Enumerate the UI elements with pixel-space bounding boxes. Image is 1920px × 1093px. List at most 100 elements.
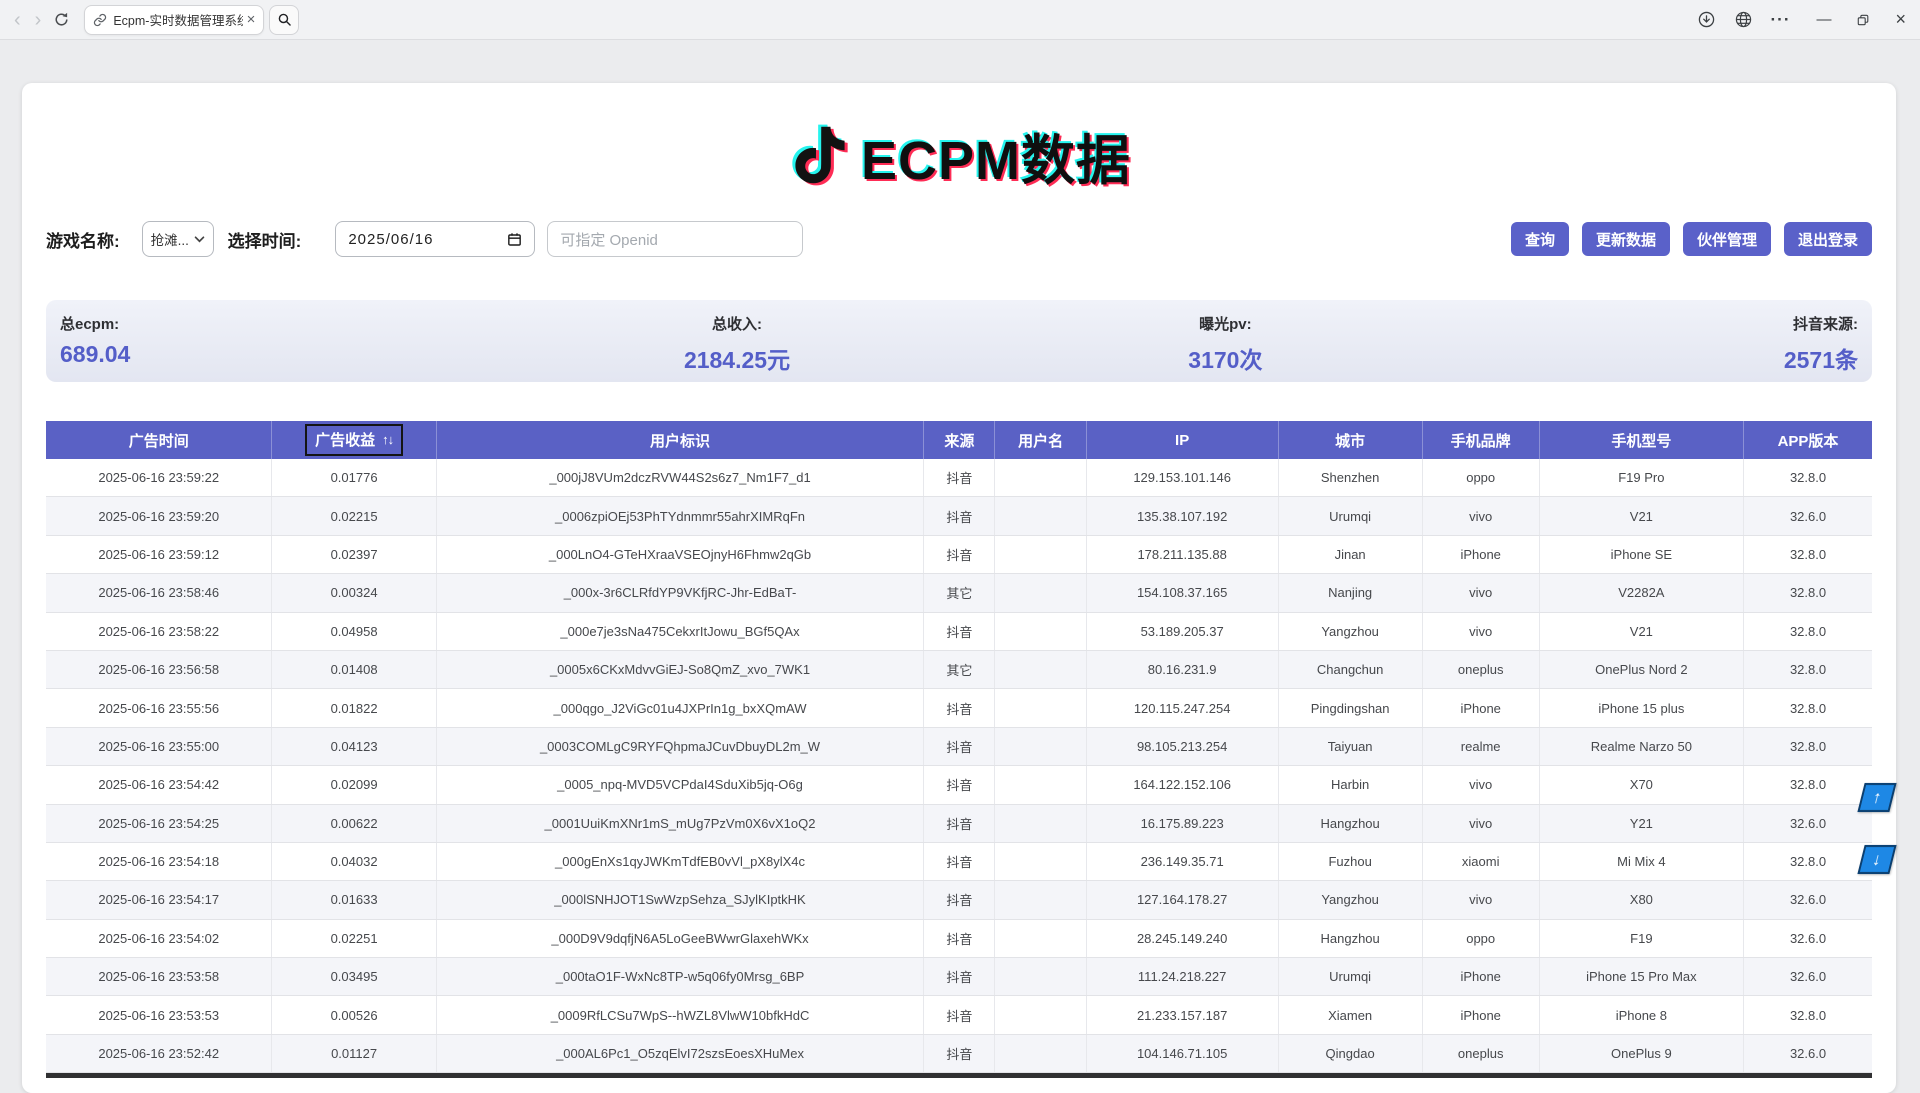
table-cell: 0.00622 bbox=[272, 805, 436, 842]
table-cell: Yangzhou bbox=[1279, 613, 1423, 650]
table-cell: 2025-06-16 23:55:00 bbox=[46, 728, 272, 765]
table-cell: 120.115.247.254 bbox=[1087, 689, 1279, 726]
table-cell: Hangzhou bbox=[1279, 805, 1423, 842]
openid-input[interactable]: 可指定 Openid bbox=[547, 221, 803, 257]
update-data-button[interactable]: 更新数据 bbox=[1582, 222, 1670, 256]
table-cell: 2025-06-16 23:58:46 bbox=[46, 574, 272, 611]
table-cell: 0.02099 bbox=[272, 766, 436, 803]
table-row: 2025-06-16 23:53:580.03495_000taO1F-WxNc… bbox=[46, 958, 1872, 996]
table-cell: 2025-06-16 23:54:18 bbox=[46, 843, 272, 880]
table-cell bbox=[995, 613, 1086, 650]
table-cell: _0003COMLgC9RYFQhpmaJCuvDbuyDL2m_W bbox=[437, 728, 925, 765]
tab-close-icon[interactable]: × bbox=[247, 11, 256, 28]
table-cell: 2025-06-16 23:54:25 bbox=[46, 805, 272, 842]
sort-arrows-icon: ↑↓ bbox=[382, 432, 393, 447]
stat-exposure-pv: 曝光pv: 3170次 bbox=[970, 313, 1481, 382]
table-cell: Hangzhou bbox=[1279, 920, 1423, 957]
table-cell: 32.6.0 bbox=[1744, 920, 1872, 957]
search-icon bbox=[277, 12, 292, 27]
tiktok-note-icon bbox=[787, 117, 853, 193]
window-close-icon[interactable]: × bbox=[1895, 9, 1906, 30]
stat-label: 抖音来源: bbox=[1793, 313, 1858, 334]
table-cell: vivo bbox=[1423, 497, 1540, 534]
table-cell: 抖音 bbox=[924, 958, 995, 995]
restore-icon[interactable] bbox=[1855, 12, 1871, 28]
table-cell: 2025-06-16 23:53:53 bbox=[46, 996, 272, 1033]
table-cell bbox=[995, 920, 1086, 957]
table-cell: iPhone 15 Pro Max bbox=[1540, 958, 1745, 995]
table-cell: _000D9V9dqfjN6A5LoGeeBWwrGlaxehWKx bbox=[437, 920, 925, 957]
table-cell: 32.6.0 bbox=[1744, 881, 1872, 918]
back-icon[interactable]: ‹ bbox=[14, 10, 21, 30]
column-header-city: 城市 bbox=[1279, 421, 1423, 459]
table-cell: 抖音 bbox=[924, 689, 995, 726]
table-cell: 抖音 bbox=[924, 497, 995, 534]
table-cell: 抖音 bbox=[924, 881, 995, 918]
table-cell: 32.8.0 bbox=[1744, 651, 1872, 688]
table-cell: Y21 bbox=[1540, 805, 1745, 842]
table-cell: vivo bbox=[1423, 805, 1540, 842]
refresh-icon[interactable] bbox=[53, 11, 70, 28]
table-cell: realme bbox=[1423, 728, 1540, 765]
stat-label: 总收入: bbox=[712, 313, 762, 334]
address-bar[interactable]: Ecpm-实时数据管理系统 × bbox=[84, 5, 264, 35]
browser-toolbar: ‹ › Ecpm-实时数据管理系统 × ··· — bbox=[0, 0, 1920, 40]
table-cell bbox=[995, 958, 1086, 995]
table-cell bbox=[995, 843, 1086, 880]
table-cell: vivo bbox=[1423, 574, 1540, 611]
table-cell: V21 bbox=[1540, 613, 1745, 650]
data-table: 广告时间 广告收益 ↑↓ 用户标识 来源 用户名 IP 城市 手机品牌 手机型号… bbox=[46, 421, 1872, 1078]
table-cell: Shenzhen bbox=[1279, 459, 1423, 496]
table-cell bbox=[995, 996, 1086, 1033]
partner-manage-button[interactable]: 伙伴管理 bbox=[1683, 222, 1771, 256]
table-cell: V2282A bbox=[1540, 574, 1745, 611]
table-cell: oneplus bbox=[1423, 1035, 1540, 1072]
menu-icon[interactable]: ··· bbox=[1771, 10, 1791, 30]
tab-title: Ecpm-实时数据管理系统 bbox=[113, 10, 242, 29]
table-cell: 154.108.37.165 bbox=[1087, 574, 1279, 611]
table-row: 2025-06-16 23:59:200.02215_0006zpiOEj53P… bbox=[46, 497, 1872, 535]
table-cell: 抖音 bbox=[924, 536, 995, 573]
table-cell: vivo bbox=[1423, 881, 1540, 918]
table-cell: 32.6.0 bbox=[1744, 958, 1872, 995]
table-cell bbox=[995, 728, 1086, 765]
table-cell: F19 Pro bbox=[1540, 459, 1745, 496]
logout-button[interactable]: 退出登录 bbox=[1784, 222, 1872, 256]
query-button[interactable]: 查询 bbox=[1511, 222, 1569, 256]
table-cell: 0.02397 bbox=[272, 536, 436, 573]
minimize-icon[interactable]: — bbox=[1816, 11, 1831, 28]
table-cell: iPhone bbox=[1423, 689, 1540, 726]
table-cell: 抖音 bbox=[924, 920, 995, 957]
table-cell: iPhone 15 plus bbox=[1540, 689, 1745, 726]
filter-bar: 游戏名称: 抢滩... 选择时间: 2025/06/16 可指定 Openid … bbox=[46, 221, 1872, 257]
forward-icon[interactable]: › bbox=[35, 10, 42, 30]
game-select[interactable]: 抢滩... bbox=[142, 221, 214, 257]
table-row: 2025-06-16 23:54:250.00622_0001UuiKmXNr1… bbox=[46, 805, 1872, 843]
sort-column-label: 广告收益 bbox=[315, 429, 375, 450]
table-cell: xiaomi bbox=[1423, 843, 1540, 880]
table-cell: 129.153.101.146 bbox=[1087, 459, 1279, 496]
summary-stats-bar: 总ecpm: 689.04 总收入: 2184.25元 曝光pv: 3170次 … bbox=[46, 300, 1872, 382]
table-cell bbox=[995, 805, 1086, 842]
game-name-label: 游戏名称: bbox=[46, 227, 120, 252]
table-cell: 0.03495 bbox=[272, 958, 436, 995]
table-cell: 其它 bbox=[924, 651, 995, 688]
table-cell: 抖音 bbox=[924, 805, 995, 842]
table-row: 2025-06-16 23:54:180.04032_000gEnXs1qyJW… bbox=[46, 843, 1872, 881]
table-cell: Xiamen bbox=[1279, 996, 1423, 1033]
table-cell: 164.122.152.106 bbox=[1087, 766, 1279, 803]
table-cell: oppo bbox=[1423, 459, 1540, 496]
date-input[interactable]: 2025/06/16 bbox=[335, 221, 535, 257]
table-cell: 32.6.0 bbox=[1744, 1035, 1872, 1072]
column-header-ad-revenue-sort[interactable]: 广告收益 ↑↓ bbox=[272, 421, 436, 459]
table-cell: 0.04958 bbox=[272, 613, 436, 650]
globe-icon[interactable] bbox=[1734, 10, 1753, 29]
search-button[interactable] bbox=[269, 5, 299, 35]
download-icon[interactable] bbox=[1697, 10, 1716, 29]
table-cell: oppo bbox=[1423, 920, 1540, 957]
table-cell: oneplus bbox=[1423, 651, 1540, 688]
table-cell: iPhone bbox=[1423, 958, 1540, 995]
column-header-username: 用户名 bbox=[995, 421, 1086, 459]
table-cell: 32.8.0 bbox=[1744, 459, 1872, 496]
game-select-value: 抢滩... bbox=[151, 229, 189, 249]
